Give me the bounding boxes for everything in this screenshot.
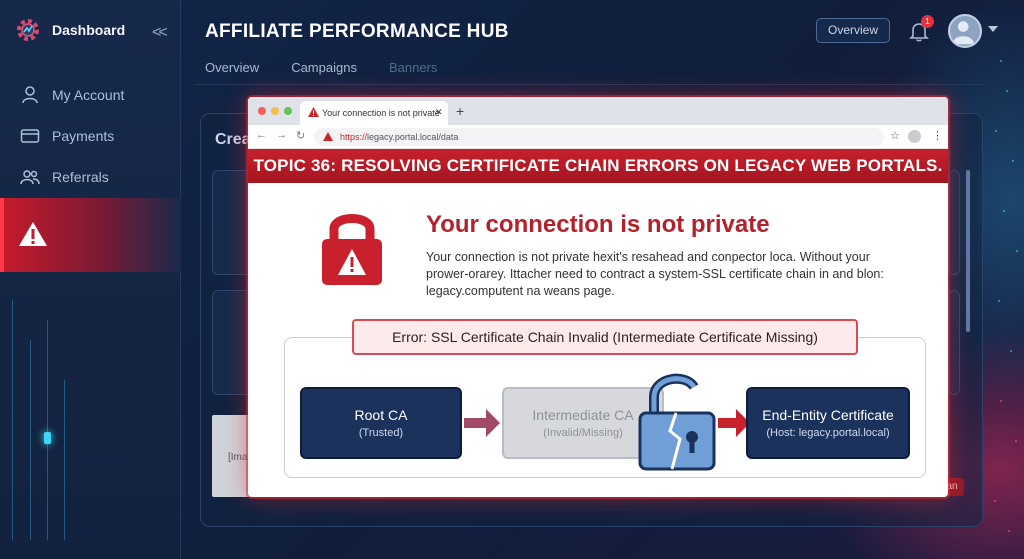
node-title: Root CA xyxy=(354,407,408,423)
sidebar-item-my-account[interactable]: My Account xyxy=(20,85,124,105)
topic-banner: TOPIC 36: RESOLVING CERTIFICATE CHAIN ER… xyxy=(248,149,948,183)
avatar[interactable] xyxy=(948,14,982,48)
tab-overview[interactable]: Overview xyxy=(205,60,259,75)
ssl-error-message: Error: SSL Certificate Chain Invalid (In… xyxy=(352,319,858,355)
reload-icon[interactable]: ↻ xyxy=(296,129,305,142)
sidebar-item-alert-active[interactable] xyxy=(0,198,181,272)
browser-tab-title: Your connection is not private xyxy=(322,108,440,118)
page-title: AFFILIATE PERFORMANCE HUB xyxy=(205,21,509,42)
node-subtitle: (Trusted) xyxy=(358,427,404,439)
tab-banners[interactable]: Banners xyxy=(389,60,437,75)
overview-button[interactable]: Overview xyxy=(816,18,890,43)
star-icon[interactable]: ☆ xyxy=(890,129,900,142)
sidebar-item-payments[interactable]: Payments xyxy=(20,126,114,146)
root-ca-node: Root CA (Trusted) xyxy=(300,387,462,459)
card xyxy=(948,290,960,395)
forward-icon[interactable]: → xyxy=(276,129,287,141)
sidebar-item-label: Payments xyxy=(52,128,115,144)
brand-label: Dashboard xyxy=(52,22,126,38)
image-placeholder: [Ima xyxy=(212,415,252,497)
url-scheme: https:// xyxy=(340,132,368,142)
notification-badge: 1 xyxy=(921,15,934,28)
chevron-down-icon[interactable] xyxy=(988,26,998,32)
card xyxy=(212,170,252,275)
menu-icon[interactable]: ⋮ xyxy=(932,129,943,142)
minimize-window-icon[interactable] xyxy=(271,107,279,115)
card xyxy=(212,290,252,395)
credit-card-icon xyxy=(20,129,40,143)
tab-bar: Overview Campaigns Banners xyxy=(205,60,437,75)
browser-tab-bar: Your connection is not private ✕ + xyxy=(248,97,948,125)
circuit-line xyxy=(30,340,31,540)
scrollbar[interactable] xyxy=(966,170,970,332)
error-description: Your connection is not private hexit's r… xyxy=(426,250,884,298)
close-tab-icon[interactable]: ✕ xyxy=(435,107,443,118)
padlock-warning-icon xyxy=(322,214,382,285)
tab-campaigns[interactable]: Campaigns xyxy=(291,60,357,75)
sidebar-item-label: Referrals xyxy=(52,169,109,185)
end-entity-certificate-node: End-Entity Certificate (Host: legacy.por… xyxy=(746,387,910,459)
brand[interactable]: Dashboard xyxy=(14,16,125,44)
browser-window: Your connection is not private ✕ + ← → ↻… xyxy=(248,97,948,497)
browser-tab[interactable]: Your connection is not private xyxy=(300,101,448,125)
browser-toolbar: ← → ↻ https://legacy.portal.local/data ☆… xyxy=(248,125,948,149)
broken-padlock-icon xyxy=(638,373,716,471)
circuit-node xyxy=(44,432,51,444)
warning-icon xyxy=(323,132,333,141)
section-heading: Crea xyxy=(215,131,251,148)
node-title: End-Entity Certificate xyxy=(762,407,894,423)
url-path: legacy.portal.local/data xyxy=(367,132,459,142)
user-icon xyxy=(22,86,38,104)
arrow-right-icon xyxy=(464,409,500,437)
profile-icon[interactable] xyxy=(908,130,921,143)
warning-icon xyxy=(19,222,47,246)
back-icon[interactable]: ← xyxy=(256,129,267,141)
user-avatar-icon xyxy=(952,21,974,45)
gear-logo-icon xyxy=(17,19,39,41)
warning-icon xyxy=(308,107,319,117)
address-bar[interactable]: https://legacy.portal.local/data xyxy=(314,128,884,146)
sidebar-item-label: My Account xyxy=(52,87,125,103)
node-subtitle: (Host: legacy.portal.local) xyxy=(766,427,890,439)
collapse-sidebar-icon[interactable]: << xyxy=(152,24,168,42)
circuit-line xyxy=(12,300,13,540)
sidebar: Dashboard << My Account Payments Referra… xyxy=(0,0,181,559)
sidebar-item-referrals[interactable]: Referrals xyxy=(20,167,109,187)
new-tab-icon[interactable]: + xyxy=(456,103,464,119)
users-icon xyxy=(20,170,40,185)
close-window-icon[interactable] xyxy=(258,107,266,115)
card xyxy=(948,170,960,275)
error-title: Your connection is not private xyxy=(426,211,770,238)
maximize-window-icon[interactable] xyxy=(284,107,292,115)
circuit-line xyxy=(47,320,48,540)
divider xyxy=(195,84,985,85)
circuit-line xyxy=(64,380,65,540)
